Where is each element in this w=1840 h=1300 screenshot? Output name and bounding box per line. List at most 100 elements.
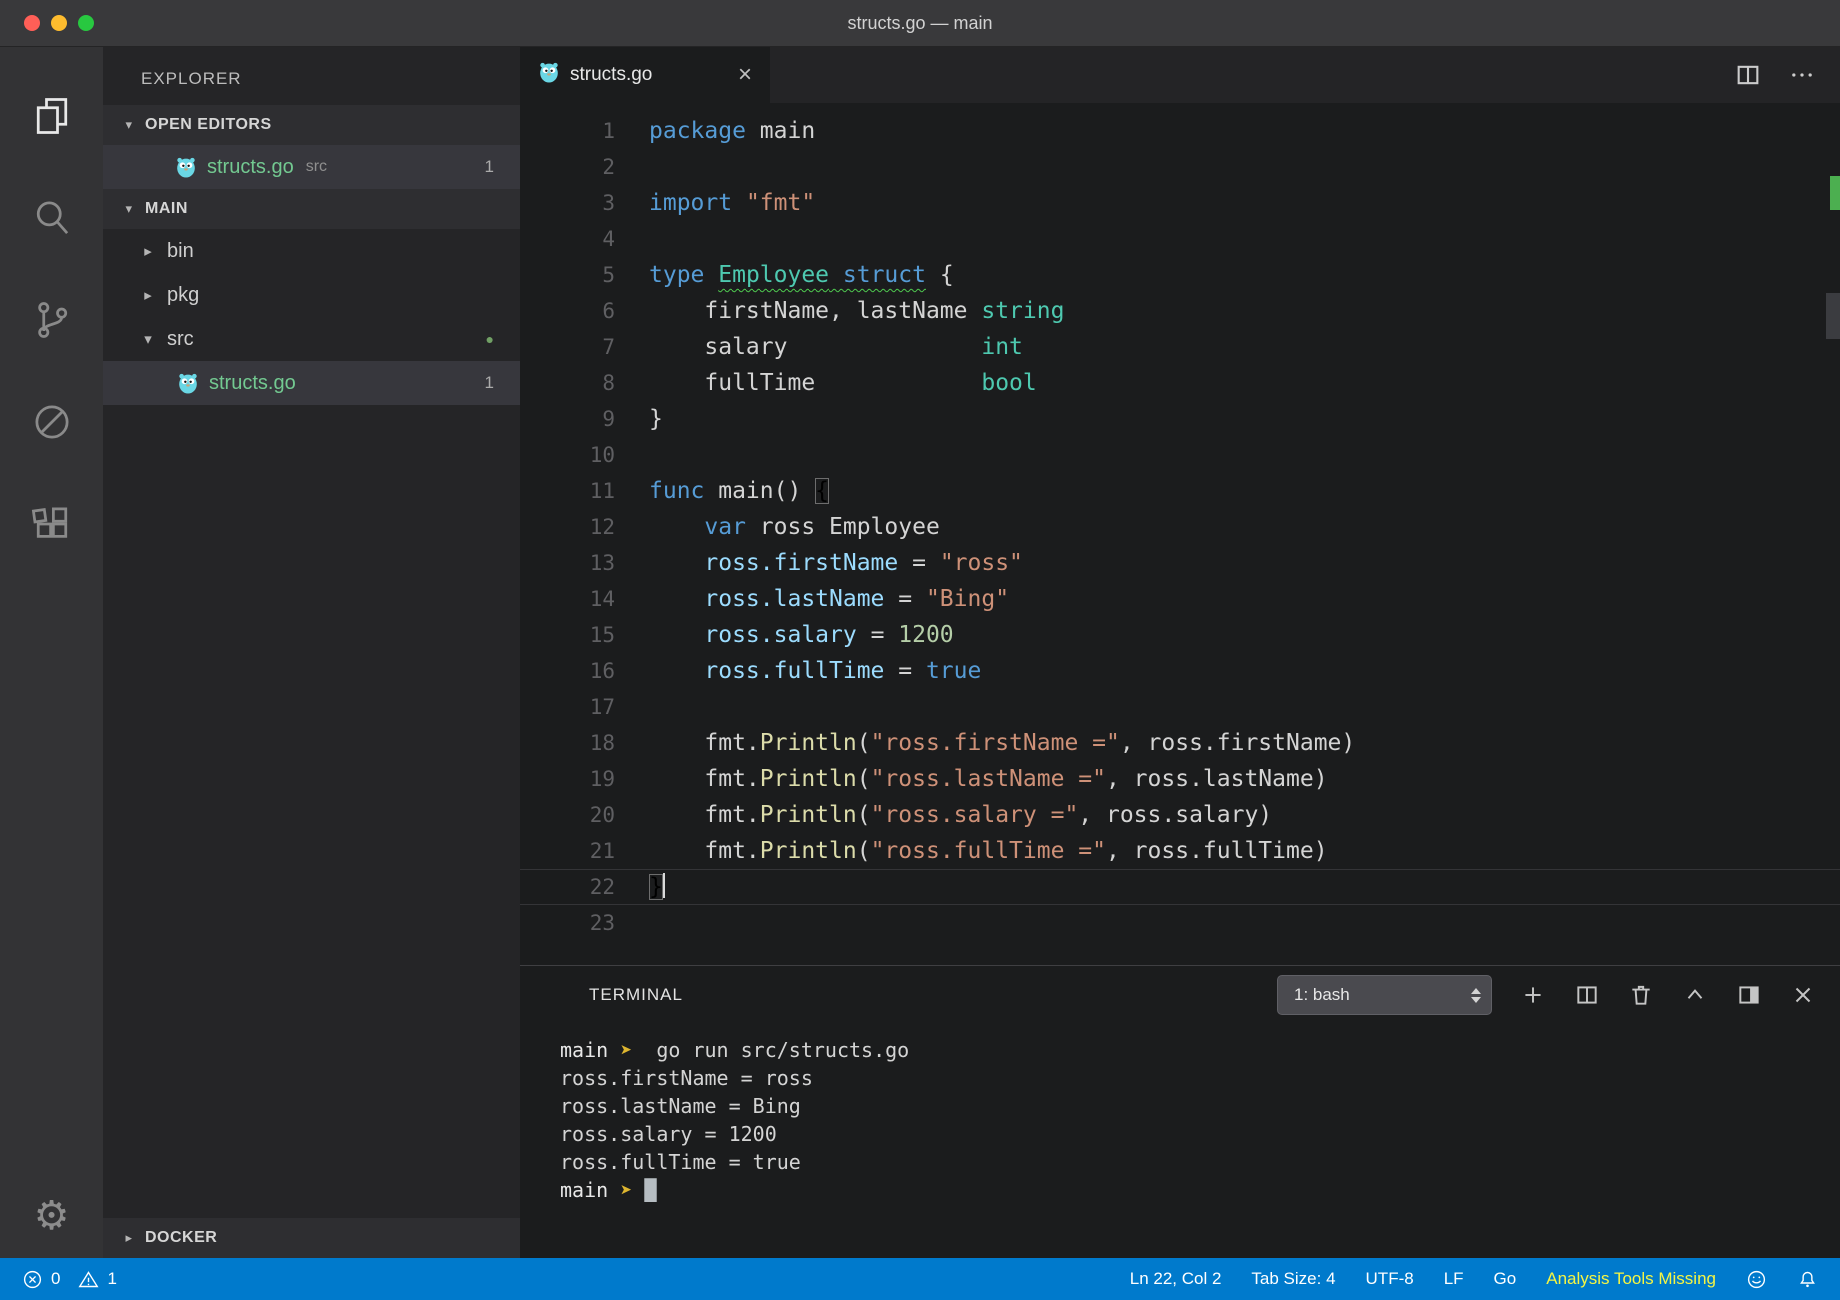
line-number[interactable]: 3 — [520, 185, 615, 221]
terminal-line-5: ross.fullTime = true — [560, 1150, 801, 1174]
code-line-23[interactable]: 23 — [520, 905, 1840, 941]
close-window-button[interactable] — [24, 15, 40, 31]
code-line-8[interactable]: 8 fullTime bool — [520, 365, 1840, 401]
code-line-16[interactable]: 16 ross.fullTime = true — [520, 653, 1840, 689]
line-number[interactable]: 20 — [520, 797, 615, 833]
line-number[interactable]: 7 — [520, 329, 615, 365]
settings-gear-icon[interactable]: ⚙ — [34, 1196, 70, 1236]
extensions-activity-button[interactable] — [0, 473, 103, 575]
docker-section-header[interactable]: ▸ DOCKER — [103, 1218, 520, 1258]
code-line-18[interactable]: 18 fmt.Println("ross.firstName =", ross.… — [520, 725, 1840, 761]
terminal-shell-select[interactable]: 1: bash — [1277, 975, 1492, 1015]
line-number[interactable]: 8 — [520, 365, 615, 401]
line-number[interactable]: 9 — [520, 401, 615, 437]
code-line-3[interactable]: 3 import "fmt" — [520, 185, 1840, 221]
line-number[interactable]: 18 — [520, 725, 615, 761]
line-number[interactable]: 2 — [520, 149, 615, 185]
code-line-13[interactable]: 13 ross.firstName = "ross" — [520, 545, 1840, 581]
toggle-panel-icon[interactable] — [1736, 982, 1762, 1008]
debug-activity-button[interactable] — [0, 371, 103, 473]
more-actions-icon[interactable] — [1788, 61, 1816, 89]
line-number[interactable]: 23 — [520, 905, 615, 941]
line-number[interactable]: 22 — [520, 869, 615, 905]
code-line-1[interactable]: 1 package main — [520, 113, 1840, 149]
source-control-activity-button[interactable] — [0, 269, 103, 371]
open-editor-structs.go[interactable]: structs.go src 1 — [103, 145, 520, 189]
encoding-indicator[interactable]: UTF-8 — [1366, 1269, 1414, 1289]
file-tree: ▸ bin ▸ pkg ▾ src ● structs.go 1 — [103, 229, 520, 405]
tree-item-structs.go[interactable]: structs.go 1 — [103, 361, 520, 405]
explorer-activity-button[interactable] — [0, 65, 103, 167]
close-panel-icon[interactable] — [1790, 982, 1816, 1008]
code-line-15[interactable]: 15 ross.salary = 1200 — [520, 617, 1840, 653]
code-line-12[interactable]: 12 var ross Employee — [520, 509, 1840, 545]
cursor-position[interactable]: Ln 22, Col 2 — [1130, 1269, 1222, 1289]
minimize-window-button[interactable] — [51, 15, 67, 31]
line-number[interactable]: 14 — [520, 581, 615, 617]
search-activity-button[interactable] — [0, 167, 103, 269]
line-number[interactable]: 12 — [520, 509, 615, 545]
kill-terminal-trash-icon[interactable] — [1628, 982, 1654, 1008]
open-editors-header[interactable]: ▾ OPEN EDITORS — [103, 105, 520, 145]
terminal-panel: TERMINAL 1: bash main ➤ go run src/struc… — [520, 965, 1840, 1258]
vscode-window: structs.go — main ⚙ EXPLORER ▾ OPEN EDIT… — [0, 0, 1840, 1300]
feedback-smiley-icon[interactable] — [1746, 1269, 1767, 1290]
line-number[interactable]: 4 — [520, 221, 615, 257]
analysis-tools-message[interactable]: Analysis Tools Missing — [1546, 1269, 1716, 1289]
editor-group: structs.go × 1 package main 2 3 import "fmt"… — [520, 47, 1840, 1258]
code-line-10[interactable]: 10 — [520, 437, 1840, 473]
code-line-14[interactable]: 14 ross.lastName = "Bing" — [520, 581, 1840, 617]
line-number[interactable]: 17 — [520, 689, 615, 725]
tab-size-indicator[interactable]: Tab Size: 4 — [1251, 1269, 1335, 1289]
code-line-17[interactable]: 17 — [520, 689, 1840, 725]
problems-warnings[interactable]: 1 — [78, 1269, 117, 1290]
tree-item-bin[interactable]: ▸ bin — [103, 229, 520, 273]
line-number[interactable]: 6 — [520, 293, 615, 329]
code-line-4[interactable]: 4 — [520, 221, 1840, 257]
chevron-down-icon: ▾ — [125, 117, 133, 133]
line-number[interactable]: 1 — [520, 113, 615, 149]
notifications-bell-icon[interactable] — [1797, 1269, 1818, 1290]
tab-structs-go[interactable]: structs.go × — [520, 47, 770, 103]
code-line-20[interactable]: 20 fmt.Println("ross.salary =", ross.sal… — [520, 797, 1840, 833]
split-terminal-icon[interactable] — [1574, 982, 1600, 1008]
files-icon — [36, 98, 67, 134]
tab-bar: structs.go × — [520, 47, 1840, 103]
line-number[interactable]: 21 — [520, 833, 615, 869]
code-line-19[interactable]: 19 fmt.Println("ross.lastName =", ross.l… — [520, 761, 1840, 797]
code-editor[interactable]: 1 package main 2 3 import "fmt" 4 5 type Employ… — [520, 103, 1840, 965]
code-line-6[interactable]: 6 firstName, lastName string — [520, 293, 1840, 329]
explorer-sidebar: EXPLORER ▾ OPEN EDITORS structs.go src 1 ▾… — [103, 47, 520, 1258]
editor-scrollbar[interactable] — [1826, 293, 1840, 339]
line-number[interactable]: 19 — [520, 761, 615, 797]
code-line-21[interactable]: 21 fmt.Println("ross.fullTime =", ross.f… — [520, 833, 1840, 869]
code-line-11[interactable]: 11 func main() { — [520, 473, 1840, 509]
language-mode[interactable]: Go — [1494, 1269, 1517, 1289]
extensions-icon — [31, 507, 67, 538]
new-terminal-icon[interactable] — [1520, 982, 1546, 1008]
code-line-2[interactable]: 2 — [520, 149, 1840, 185]
source-control-icon — [37, 302, 67, 338]
zoom-window-button[interactable] — [78, 15, 94, 31]
code-line-5[interactable]: 5 type Employee struct { — [520, 257, 1840, 293]
folder-section-header[interactable]: ▾ MAIN — [103, 189, 520, 229]
tree-item-pkg[interactable]: ▸ pkg — [103, 273, 520, 317]
eol-indicator[interactable]: LF — [1444, 1269, 1464, 1289]
code-lines: 1 package main 2 3 import "fmt" 4 5 type Employ… — [520, 113, 1840, 941]
open-editors-list: structs.go src 1 — [103, 145, 520, 189]
close-tab-icon[interactable]: × — [738, 63, 752, 87]
problems-errors[interactable]: 0 — [22, 1269, 60, 1290]
line-number[interactable]: 10 — [520, 437, 615, 473]
split-editor-icon[interactable] — [1734, 61, 1762, 89]
maximize-panel-chevron-icon[interactable] — [1682, 982, 1708, 1008]
code-line-9[interactable]: 9} — [520, 401, 1840, 437]
line-number[interactable]: 5 — [520, 257, 615, 293]
line-number[interactable]: 13 — [520, 545, 615, 581]
tree-item-src[interactable]: ▾ src ● — [103, 317, 520, 361]
terminal-output[interactable]: main ➤ go run src/structs.go ross.firstNa… — [520, 1024, 1840, 1204]
code-line-7[interactable]: 7 salary int — [520, 329, 1840, 365]
line-number[interactable]: 16 — [520, 653, 615, 689]
line-number[interactable]: 11 — [520, 473, 615, 509]
line-number[interactable]: 15 — [520, 617, 615, 653]
code-line-22[interactable]: 22} — [520, 869, 1840, 905]
